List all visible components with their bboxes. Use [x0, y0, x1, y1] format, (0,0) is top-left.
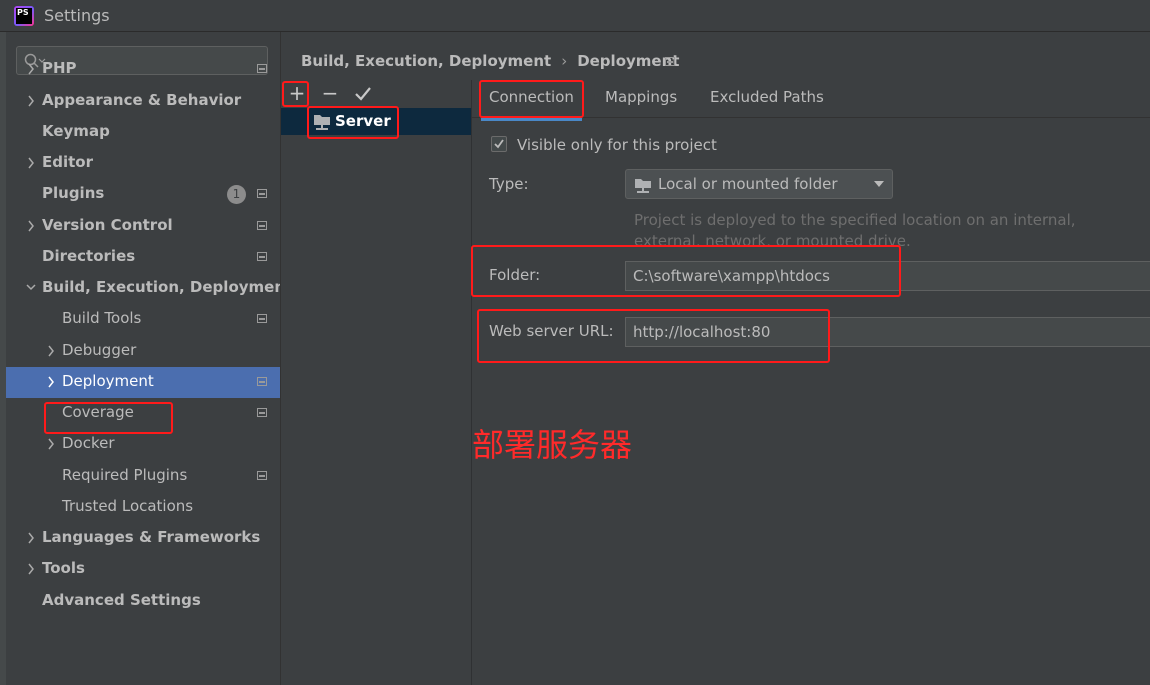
local-folder-icon: [635, 179, 651, 193]
sidebar-item-label: Build, Execution, Deployment: [42, 278, 293, 296]
sidebar-item-editor[interactable]: Editor: [6, 148, 280, 179]
tab-excluded-paths[interactable]: Excluded Paths: [710, 88, 824, 106]
chevron-right-icon[interactable]: [26, 531, 36, 545]
project-level-icon: [257, 64, 267, 73]
annotation-box-url: [477, 309, 830, 363]
sidebar-item-appearance-behavior[interactable]: Appearance & Behavior: [6, 86, 280, 117]
project-level-icon: [257, 408, 267, 417]
sidebar-item-label: PHP: [42, 59, 77, 77]
chevron-right-icon[interactable]: [26, 219, 36, 233]
sidebar-item-label: Docker: [62, 434, 115, 452]
sidebar-item-build-tools[interactable]: Build Tools: [6, 304, 280, 335]
checkmark-icon: [494, 139, 504, 149]
sidebar-item-label: Deployment: [62, 372, 154, 390]
sidebar-item-trusted-locations[interactable]: Trusted Locations: [6, 492, 280, 523]
sidebar-item-label: Version Control: [42, 216, 173, 234]
sidebar-item-php[interactable]: PHP: [6, 54, 280, 85]
sidebar-item-label: Plugins: [42, 184, 105, 202]
project-level-icon: [257, 252, 267, 261]
sidebar-item-keymap[interactable]: Keymap: [6, 117, 280, 148]
sidebar-item-languages-frameworks[interactable]: Languages & Frameworks: [6, 523, 280, 554]
project-level-icon: [257, 221, 267, 230]
type-label: Type:: [489, 175, 529, 193]
visible-only-label[interactable]: Visible only for this project: [517, 136, 717, 154]
type-dropdown-value: Local or mounted folder: [658, 175, 838, 193]
annotation-note: 部署服务器: [472, 426, 633, 464]
annotation-box-deployment: [44, 402, 173, 434]
sidebar-item-version-control[interactable]: Version Control: [6, 211, 280, 242]
annotation-box-server: [307, 106, 399, 139]
type-dropdown[interactable]: Local or mounted folder: [625, 169, 893, 199]
server-list-toolbar: + −: [281, 80, 471, 108]
sidebar-item-label: Editor: [42, 153, 93, 171]
sidebar-edge: [0, 32, 6, 685]
breadcrumb-parent[interactable]: Build, Execution, Deployment: [301, 52, 551, 70]
phpstorm-app-icon: PS: [14, 6, 34, 26]
chevron-right-icon[interactable]: [46, 375, 56, 389]
breadcrumb: Build, Execution, Deployment › Deployment: [301, 52, 679, 70]
sidebar-item-build-execution-deployment[interactable]: Build, Execution, Deployment: [6, 273, 292, 304]
sidebar-item-deployment[interactable]: Deployment: [6, 367, 280, 398]
sidebar-item-label: Keymap: [42, 122, 110, 140]
chevron-right-icon[interactable]: [26, 562, 36, 576]
server-list-panel: + − Server: [281, 80, 471, 685]
project-level-icon: [665, 57, 675, 66]
chevron-down-icon[interactable]: [26, 281, 36, 295]
visible-only-checkbox[interactable]: [491, 136, 507, 152]
project-level-icon: [257, 377, 267, 386]
title-bar: PS Settings: [0, 0, 1150, 32]
sidebar-item-label: Trusted Locations: [62, 497, 194, 515]
annotation-box-add: [282, 81, 309, 107]
sidebar-item-label: Advanced Settings: [42, 591, 201, 609]
project-level-icon: [257, 189, 267, 198]
project-level-icon: [257, 471, 267, 480]
chevron-right-icon[interactable]: [46, 344, 56, 358]
remove-server-button[interactable]: −: [318, 82, 342, 106]
type-hint: Project is deployed to the specified loc…: [634, 211, 1076, 247]
sidebar-item-label: Directories: [42, 247, 136, 265]
project-level-icon: [257, 314, 267, 323]
chevron-right-icon[interactable]: [26, 62, 36, 76]
sidebar-item-label: Languages & Frameworks: [42, 528, 261, 546]
sidebar-item-label: Debugger: [62, 341, 137, 359]
sidebar-item-tools[interactable]: Tools: [6, 554, 280, 585]
sidebar-item-label: Build Tools: [62, 309, 142, 327]
breadcrumb-separator: ›: [561, 52, 568, 70]
plugin-update-badge: 1: [227, 185, 246, 204]
sidebar-item-debugger[interactable]: Debugger: [6, 336, 280, 367]
settings-sidebar: PHP Appearance & Behavior Keymap Editor Plug…: [0, 32, 292, 685]
sidebar-item-label: Required Plugins: [62, 466, 188, 484]
chevron-right-icon[interactable]: [26, 94, 36, 108]
app-icon-text: PS: [16, 8, 32, 24]
sidebar-item-label: Appearance & Behavior: [42, 91, 242, 109]
sidebar-item-plugins[interactable]: Plugins 1: [6, 179, 280, 210]
sidebar-item-label: Tools: [42, 559, 85, 577]
window-title: Settings: [44, 6, 110, 25]
chevron-right-icon[interactable]: [46, 437, 56, 451]
tab-mappings[interactable]: Mappings: [605, 88, 677, 106]
sidebar-item-directories[interactable]: Directories: [6, 242, 280, 273]
sidebar-item-advanced-settings[interactable]: Advanced Settings: [6, 586, 280, 617]
chevron-right-icon[interactable]: [26, 156, 36, 170]
check-icon: [355, 87, 371, 101]
chevron-down-icon: [874, 181, 884, 187]
set-default-button[interactable]: [351, 82, 375, 106]
annotation-box-folder: [471, 245, 901, 297]
sidebar-item-required-plugins[interactable]: Required Plugins: [6, 461, 280, 492]
annotation-box-connection-tab: [479, 80, 584, 118]
panel-divider: [471, 80, 472, 685]
